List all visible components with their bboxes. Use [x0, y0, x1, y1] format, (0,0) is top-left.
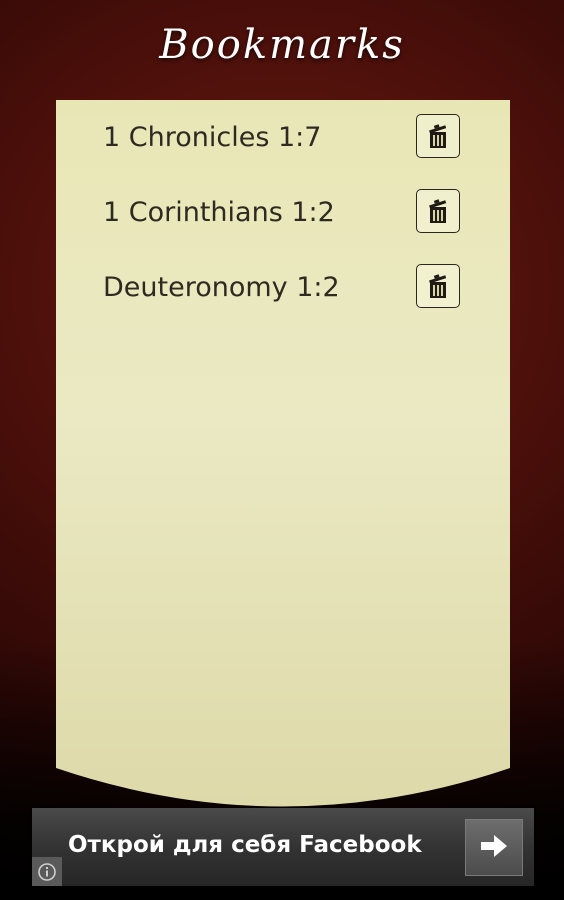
bookmark-label[interactable]: 1 Chronicles 1:7 [103, 122, 321, 153]
bookmark-item[interactable]: Deuteronomy 1:2 [56, 264, 510, 314]
trash-icon [427, 123, 449, 149]
arrow-right-icon [479, 834, 509, 862]
bookmark-label[interactable]: Deuteronomy 1:2 [103, 272, 340, 303]
ad-banner[interactable]: Открой для себя Facebook [32, 808, 534, 886]
delete-bookmark-button[interactable] [416, 264, 460, 308]
trash-icon [427, 198, 449, 224]
ad-text[interactable]: Открой для себя Facebook [68, 832, 422, 858]
delete-bookmark-button[interactable] [416, 189, 460, 233]
info-icon[interactable] [32, 857, 62, 886]
bookmark-label[interactable]: 1 Corinthians 1:2 [103, 197, 335, 228]
bookmark-item[interactable]: 1 Chronicles 1:7 [56, 114, 510, 164]
ad-open-button[interactable] [465, 819, 523, 876]
trash-icon [427, 273, 449, 299]
bookmark-item[interactable]: 1 Corinthians 1:2 [56, 189, 510, 239]
delete-bookmark-button[interactable] [416, 114, 460, 158]
